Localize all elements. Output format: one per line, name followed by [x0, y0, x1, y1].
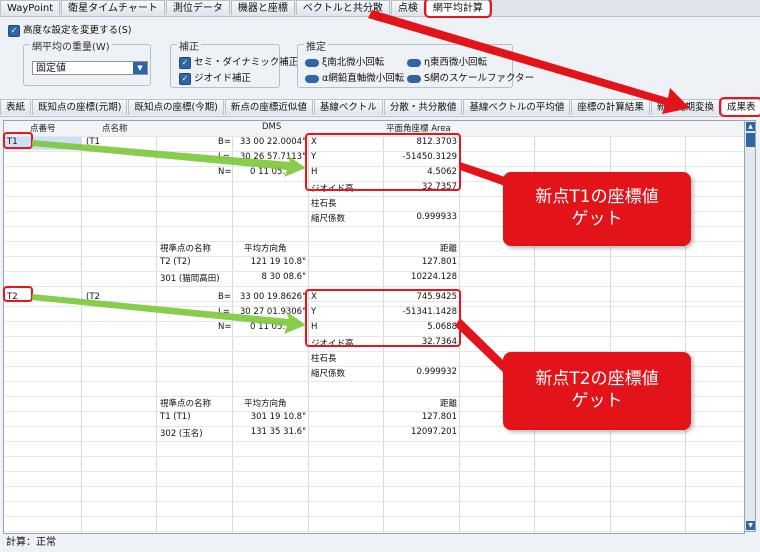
tab-known-coords-current[interactable]: 既知点の座標(今期) — [128, 99, 224, 115]
latitude: 33 00 22.0004" — [239, 137, 306, 147]
tab-baseline-vector[interactable]: 基線ベクトル — [313, 99, 383, 115]
tab-satellite-timechart[interactable]: 衛星タイムチャート — [61, 0, 165, 15]
tab-new-point-conversion[interactable]: 新点元期変換 — [650, 99, 720, 115]
tab-coord-result[interactable]: 座標の計算結果 — [571, 99, 650, 115]
toggle-icon — [407, 58, 421, 67]
scale-factor: 0.999933 — [416, 212, 457, 222]
callout-t2: 新点T2の座標値 ゲット — [503, 352, 691, 430]
point-id: T1 — [7, 137, 18, 147]
tab-inspection[interactable]: 点検 — [390, 0, 425, 15]
tab-equipment-coords[interactable]: 機器と座標 — [230, 0, 295, 15]
tab-variance-covariance[interactable]: 分散・共分散値 — [383, 99, 463, 115]
table-row — [4, 501, 744, 517]
checkbox-checked-icon: ✓ — [179, 56, 191, 69]
weight-group: 網平均の重量(W) 固定値 ▼ — [23, 38, 151, 86]
tab-known-coords-origin[interactable]: 既知点の座標(元期) — [32, 99, 128, 115]
vertical-scrollbar[interactable]: ▲ ▼ — [744, 120, 756, 532]
options-panel: ✓ 高度な設定を変更する(S) 網平均の重量(W) 固定値 ▼ 補正 ✓ セミ・ダイ… — [0, 17, 760, 97]
toggle-scale[interactable]: S網のスケールファクター — [407, 70, 534, 84]
estimate-group: 推定 ξ南北微小回転 η東西微小回転 α網鉛直軸微小回転 S網のスケールファクタ… — [297, 38, 534, 88]
callout-t1: 新点T1の座標値 ゲット — [503, 172, 691, 246]
table-row — [4, 516, 744, 532]
tab-positioning-data[interactable]: 測位データ — [165, 0, 230, 15]
point-name: (T1 — [86, 137, 100, 147]
tab-network-adjustment[interactable]: 網平均計算 — [423, 0, 492, 18]
scroll-up-icon[interactable]: ▲ — [746, 122, 755, 131]
convergence: 0 11 05. — [250, 322, 286, 332]
tab-results-table[interactable]: 成果表 — [718, 97, 760, 117]
table-row — [4, 456, 744, 472]
table-row — [4, 441, 744, 457]
toggle-alpha[interactable]: α網鉛直軸微小回転 — [305, 70, 404, 84]
table-row: N= 0 11 05. H 5.0688 — [4, 321, 744, 337]
toggle-xi[interactable]: ξ南北微小回転 — [305, 54, 384, 68]
weight-group-title: 網平均の重量(W) — [30, 38, 112, 53]
y-coord: -51450.3129 — [402, 152, 457, 162]
scale-factor: 0.999932 — [416, 367, 457, 377]
checkbox-checked-icon: ✓ — [179, 72, 191, 85]
table-row: T2 (T2) 121 19 10.8" 127.801 — [4, 256, 744, 272]
tab-vector-covariance[interactable]: ベクトルと共分散 — [295, 0, 390, 15]
geoid-height: 32.7364 — [421, 337, 457, 347]
correction-group-title: 補正 — [177, 38, 201, 53]
tab-new-point-approx[interactable]: 新点の座標近似値 — [224, 99, 313, 115]
point-id: T2 — [7, 292, 18, 302]
estimate-group-title: 推定 — [304, 38, 328, 53]
toggle-icon — [407, 74, 421, 83]
geoid-height: 32.7357 — [421, 182, 457, 192]
table-row — [4, 486, 744, 502]
grid-header-row: 点番号 点名称 DMS 平面角座標 Area — [4, 121, 744, 137]
header-point-number: 点番号 — [30, 124, 56, 134]
table-row — [4, 471, 744, 487]
table-row: ジオイド高 32.7364 — [4, 336, 744, 352]
weight-select-value: 固定値 — [36, 63, 66, 74]
correction-group: 補正 ✓ セミ・ダイナミック補正 ✓ ジオイド補正 — [170, 38, 298, 88]
scroll-down-icon[interactable]: ▼ — [746, 521, 755, 530]
tab-waypoint[interactable]: WayPoint — [0, 0, 61, 15]
point-name: (T2 — [86, 292, 100, 302]
tab-baseline-mean[interactable]: 基線ベクトルの平均値 — [463, 99, 571, 115]
longitude: 30 26 57.7113" — [239, 152, 306, 162]
tab-cover[interactable]: 表紙 — [0, 99, 32, 115]
x-coord: 812.3703 — [416, 137, 457, 147]
height: 5.0688 — [427, 322, 457, 332]
toggle-icon — [305, 58, 319, 67]
latitude: 33 00 19.8626" — [239, 292, 306, 302]
table-row: L= 30 27 01.9306" Y -51341.1428 — [4, 306, 744, 322]
table-row: L= 30 26 57.7113" Y -51450.3129 — [4, 151, 744, 167]
top-tab-bar: WayPoint 衛星タイムチャート 測位データ 機器と座標 ベクトルと共分散 … — [0, 0, 760, 18]
header-plane-coords: 平面角座標 Area — [386, 124, 451, 134]
toggle-icon — [305, 74, 319, 83]
advanced-settings-checkbox[interactable]: ✓ 高度な設定を変更する(S) — [8, 22, 131, 37]
longitude: 30 27 01.9306" — [239, 307, 306, 317]
status-bar: 計算：正常 — [0, 534, 760, 552]
header-point-name: 点名称 — [102, 124, 128, 134]
geoid-checkbox[interactable]: ✓ ジオイド補正 — [179, 70, 251, 85]
height: 4.5062 — [427, 167, 457, 177]
toggle-eta[interactable]: η東西微小回転 — [407, 54, 487, 68]
checkbox-checked-icon: ✓ — [8, 24, 20, 37]
scroll-thumb[interactable] — [746, 133, 755, 147]
table-row: 301 (猫岡高田) 8 30 08.6" 10224.128 — [4, 271, 744, 287]
report-tab-bar: 表紙 既知点の座標(元期) 既知点の座標(今期) 新点の座標近似値 基線ベクトル… — [0, 97, 760, 117]
x-coord: 745.9425 — [416, 292, 457, 302]
weight-select[interactable]: 固定値 ▼ — [32, 61, 148, 75]
y-coord: -51341.1428 — [402, 307, 457, 317]
table-row: T2 (T2 B= 33 00 19.8626" X 745.9425 — [4, 291, 744, 307]
chevron-down-icon: ▼ — [133, 62, 147, 74]
table-row: T1 (T1 B= 33 00 22.0004" X 812.3703 — [4, 136, 744, 152]
header-dms: DMS — [262, 122, 282, 132]
convergence: 0 11 05. — [250, 167, 286, 177]
semi-dynamic-checkbox[interactable]: ✓ セミ・ダイナミック補正 — [179, 54, 298, 69]
